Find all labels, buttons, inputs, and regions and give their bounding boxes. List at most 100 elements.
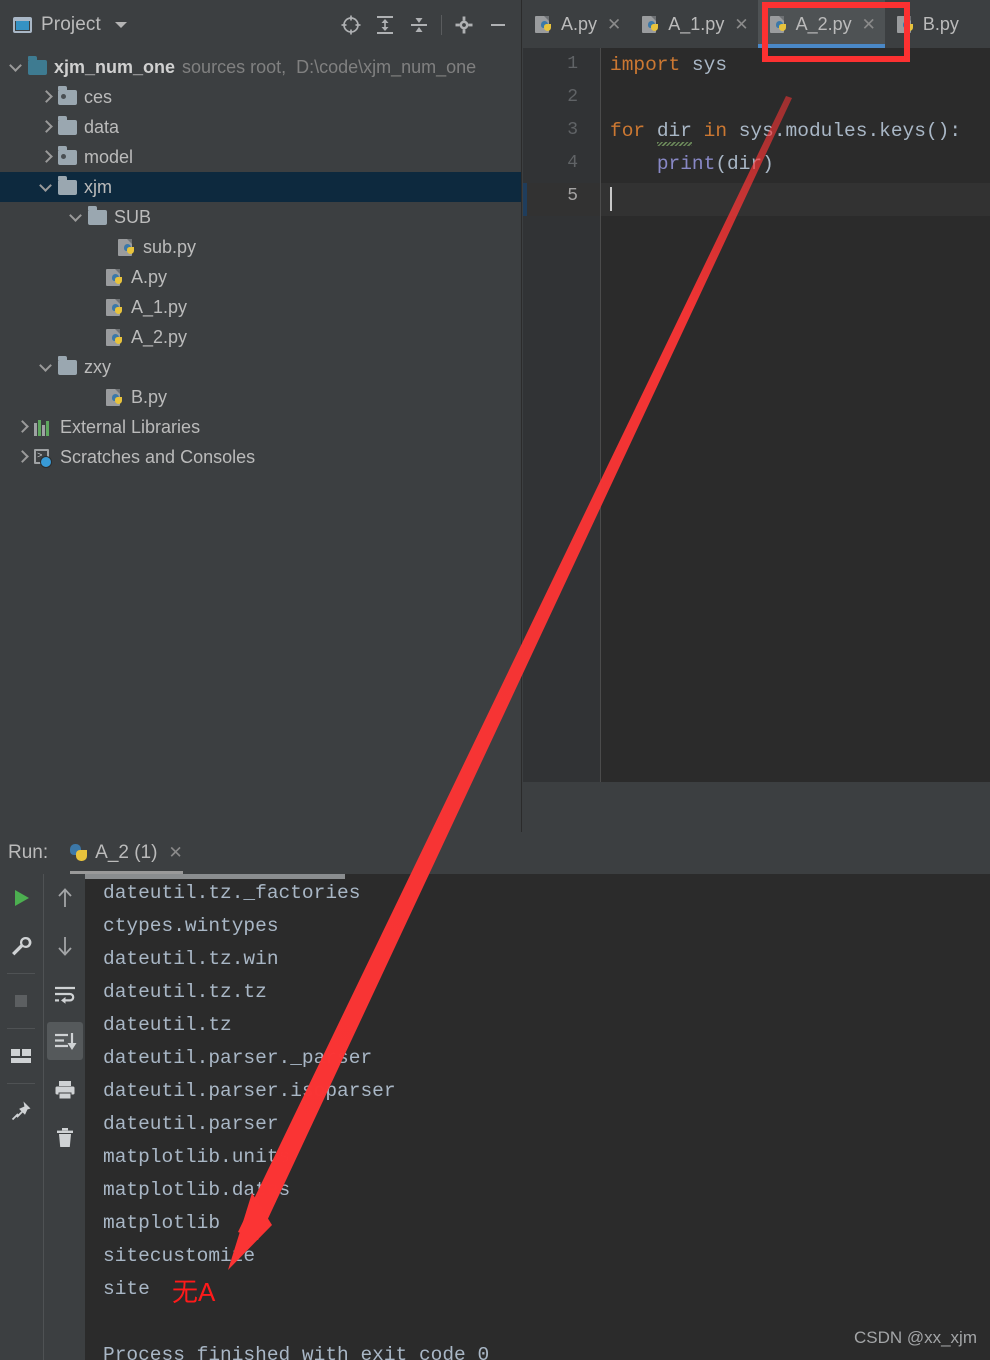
close-icon[interactable]: ✕: [734, 16, 748, 33]
print-icon[interactable]: [44, 1066, 85, 1114]
run-toolbar-right: [43, 874, 85, 1360]
pin-icon[interactable]: [0, 1087, 41, 1135]
arrow-down-icon[interactable]: [44, 922, 85, 970]
scroll-to-end-icon[interactable]: [44, 1018, 85, 1066]
tree-row[interactable]: data: [0, 112, 521, 142]
python-file-icon: [118, 238, 137, 257]
stop-icon[interactable]: [0, 977, 41, 1025]
tree-item-label: xjm_num_one: [54, 56, 176, 77]
editor-tab-B-py[interactable]: B.py: [885, 0, 968, 48]
console-line: dateutil.tz: [103, 1014, 232, 1036]
project-title: Project: [41, 14, 101, 35]
chevron-down-icon[interactable]: [38, 179, 54, 195]
settings-gear-icon[interactable]: [447, 8, 481, 42]
tree-row[interactable]: B.py: [0, 382, 521, 412]
tree-row[interactable]: External Libraries: [0, 412, 521, 442]
chevron-down-icon[interactable]: [68, 209, 84, 225]
line-number: 2: [567, 87, 578, 107]
code-token: print: [656, 153, 716, 175]
run-header: Run: A_2 (1) ✕: [0, 832, 990, 874]
tree-row[interactable]: >_ Scratches and Consoles: [0, 442, 521, 472]
chevron-right-icon[interactable]: [14, 419, 30, 435]
python-file-icon: [106, 328, 125, 347]
run-console-output[interactable]: dateutil.tz._factories ctypes.wintypes dat…: [85, 874, 990, 1360]
editor-gutter[interactable]: 1 2 3 4 5: [523, 48, 600, 782]
close-icon[interactable]: ✕: [607, 16, 621, 33]
wrench-icon[interactable]: [0, 922, 41, 970]
folder-icon: [28, 55, 47, 75]
tree-row[interactable]: A.py: [0, 262, 521, 292]
chevron-down-icon[interactable]: [8, 59, 24, 75]
folder-icon: [88, 205, 107, 225]
code-line: print(dir): [610, 153, 774, 175]
chevron-right-icon[interactable]: [38, 119, 54, 135]
editor-tab-A_2-py[interactable]: A_2.py ✕: [757, 0, 886, 48]
console-scroll-indicator: [85, 874, 345, 879]
tree-row[interactable]: xjm: [0, 172, 521, 202]
locate-target-icon[interactable]: [334, 8, 368, 42]
expand-all-icon[interactable]: [368, 8, 402, 42]
hide-panel-icon[interactable]: [481, 8, 515, 42]
tree-row[interactable]: ces: [0, 82, 521, 112]
editor-tab-label: A_2.py: [795, 13, 852, 34]
project-tool-window: Project xjm_num_one sources root, D:\cod…: [0, 0, 522, 832]
project-title-group[interactable]: Project: [13, 14, 127, 36]
console-line: dateutil.tz._factories: [103, 882, 361, 904]
line-number: 1: [567, 54, 578, 74]
python-file-icon: [535, 15, 554, 34]
tree-row[interactable]: model: [0, 142, 521, 172]
run-tab-label: A_2 (1): [95, 842, 158, 863]
tree-row[interactable]: xjm_num_one sources root, D:\code\xjm_num_…: [0, 52, 521, 82]
tree-item-label: xjm: [84, 176, 112, 197]
chevron-right-icon[interactable]: [38, 89, 54, 105]
tree-row[interactable]: sub.py: [0, 232, 521, 262]
project-toolbar-icons: [334, 0, 515, 50]
code-token-warning: dir: [656, 120, 692, 146]
tree-row[interactable]: A_2.py: [0, 322, 521, 352]
collapse-all-icon[interactable]: [402, 8, 436, 42]
tree-item-label: ces: [84, 86, 113, 107]
line-number: 3: [567, 120, 578, 140]
trash-icon[interactable]: [44, 1114, 85, 1162]
tree-row[interactable]: zxy: [0, 352, 521, 382]
editor-body[interactable]: 1 2 3 4 5 import sys for dir in sys.modules.k…: [523, 48, 990, 832]
run-toolbar-left: [0, 874, 42, 1360]
line-number: 4: [567, 153, 578, 173]
toolbar-divider: [441, 15, 442, 35]
editor-tab-A-py[interactable]: A.py ✕: [523, 0, 630, 48]
chevron-right-icon[interactable]: [14, 449, 30, 465]
close-icon[interactable]: ✕: [862, 16, 876, 33]
console-line: dateutil.parser._parser: [103, 1047, 373, 1069]
python-file-icon: [769, 15, 789, 34]
layout-icon[interactable]: [0, 1032, 41, 1080]
close-icon[interactable]: ✕: [168, 843, 182, 863]
chevron-right-icon[interactable]: [38, 149, 54, 165]
project-toolbar: Project: [0, 0, 521, 50]
red-note-label: 无A: [172, 1277, 216, 1307]
code-line: import sys: [610, 54, 727, 76]
code-text-area[interactable]: import sys for dir in sys.modules.keys():…: [610, 48, 990, 782]
arrow-up-icon[interactable]: [44, 874, 85, 922]
tree-row[interactable]: SUB: [0, 202, 521, 232]
python-file-icon: [896, 15, 916, 34]
tree-row[interactable]: A_1.py: [0, 292, 521, 322]
folder-icon: [58, 145, 77, 165]
editor-tab-label: B.py: [922, 13, 959, 34]
console-line: matplotlib: [103, 1212, 221, 1234]
console-line: dateutil.tz.win: [103, 948, 279, 970]
chevron-down-icon[interactable]: [114, 22, 127, 28]
tree-item-label: sub.py: [143, 236, 197, 257]
editor-tab-A_1-py[interactable]: A_1.py ✕: [630, 0, 757, 48]
run-configuration-tab[interactable]: A_2 (1) ✕: [70, 832, 183, 874]
folder-icon: [58, 85, 77, 105]
code-token: sys.modules.keys():: [727, 120, 962, 142]
editor-tab-label: A.py: [561, 13, 598, 34]
chevron-down-icon[interactable]: [38, 359, 54, 375]
soft-wrap-icon[interactable]: [44, 970, 85, 1018]
run-icon[interactable]: [0, 874, 41, 922]
